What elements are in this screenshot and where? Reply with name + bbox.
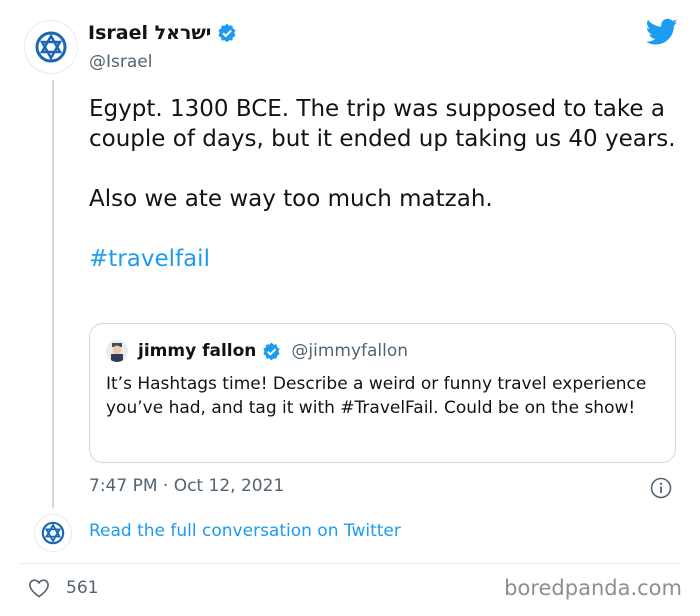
watermark: boredpanda.com [504, 576, 682, 600]
tweet-text-paragraph-1: Egypt. 1300 BCE. The trip was supposed t… [89, 96, 676, 152]
quoted-author-name[interactable]: jimmy fallon [138, 341, 256, 361]
read-conversation-link[interactable]: Read the full conversation on Twitter [89, 521, 401, 541]
thread-line [52, 80, 54, 508]
tweet-embed: Israel ישראל @Israel Egypt. 1300 BCE. Th… [0, 0, 700, 616]
tweet-body: Egypt. 1300 BCE. The trip was supposed t… [89, 94, 679, 274]
author-handle[interactable]: @Israel [89, 52, 152, 72]
info-icon[interactable] [650, 477, 672, 503]
quoted-author-avatar[interactable] [106, 340, 128, 362]
author-avatar[interactable] [24, 20, 78, 74]
verified-badge-icon [217, 23, 237, 43]
tweet-timestamp[interactable]: 7:47 PM · Oct 12, 2021 [89, 476, 284, 496]
twitter-bird-icon[interactable] [645, 18, 678, 50]
star-of-david-icon [41, 521, 65, 545]
like-action[interactable]: 561 [28, 578, 98, 598]
heart-icon[interactable] [28, 578, 50, 598]
like-count: 561 [66, 578, 99, 598]
quoted-tweet-header: jimmy fallon @jimmyfallon [106, 340, 408, 362]
quoted-tweet-card[interactable]: jimmy fallon @jimmyfallon It’s Hashtags … [89, 323, 676, 463]
tweet-text-paragraph-2: Also we ate way too much matzah. [89, 186, 493, 212]
verified-badge-icon [262, 342, 281, 361]
divider [20, 563, 680, 564]
star-of-david-icon [35, 31, 67, 63]
author-display-name[interactable]: Israel ישראל [88, 22, 211, 44]
author-name-row[interactable]: Israel ישראל [88, 22, 237, 44]
quoted-tweet-text: It’s Hashtags time! Describe a weird or … [106, 374, 647, 418]
conversation-avatar[interactable] [34, 514, 72, 552]
quoted-author-handle[interactable]: @jimmyfallon [291, 341, 408, 361]
hashtag-link[interactable]: #travelfail [89, 246, 210, 272]
